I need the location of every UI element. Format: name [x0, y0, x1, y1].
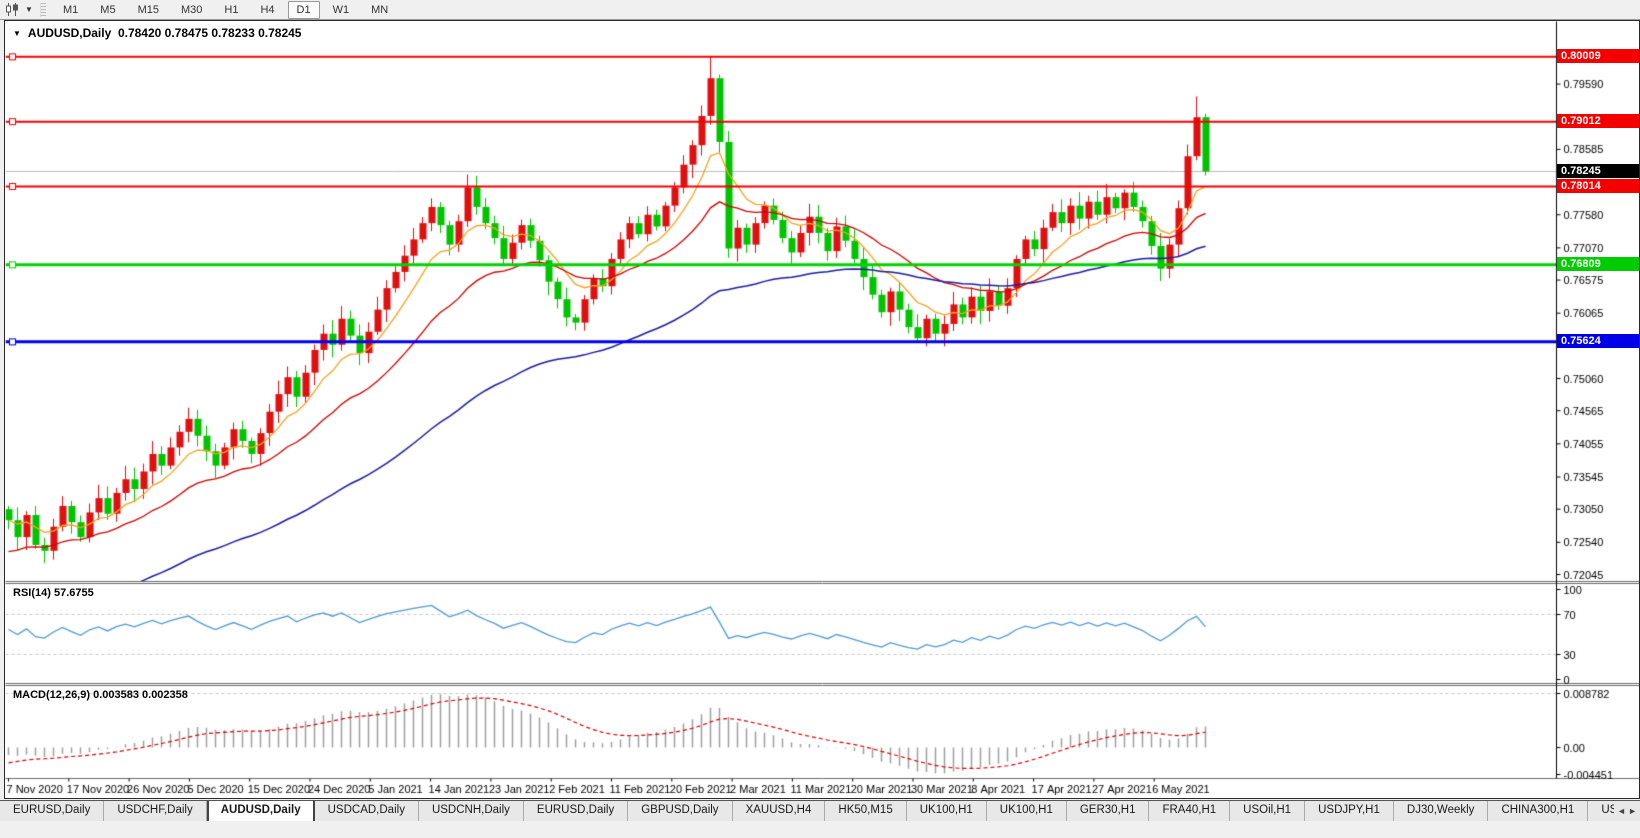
price-tag-0-79012: 0.79012 — [1557, 114, 1639, 129]
timeframe-m5-button[interactable]: M5 — [91, 1, 124, 19]
chart-title-symbol: AUDUSD,Daily — [27, 26, 112, 40]
tab-uk100-h1[interactable]: UK100,H1 — [906, 801, 987, 822]
timeframe-m1-button[interactable]: M1 — [54, 1, 87, 19]
tab-china300-h1[interactable]: CHINA300,H1 — [1488, 801, 1589, 822]
timeframe-mn-button[interactable]: MN — [362, 1, 397, 19]
price-tag-0-76809: 0.76809 — [1557, 257, 1639, 272]
price-tag-0-75624: 0.75624 — [1557, 334, 1639, 349]
tab-hk50-m15[interactable]: HK50,M15 — [825, 801, 907, 822]
chart-type-dropdown-button[interactable]: ▼ — [22, 5, 36, 14]
timeframe-m15-button[interactable]: M15 — [129, 1, 168, 19]
tab-gbpusd-daily[interactable]: GBPUSD,Daily — [628, 801, 733, 822]
price-tag-0-78245: 0.78245 — [1557, 164, 1639, 178]
toolbar-grip[interactable] — [40, 2, 46, 17]
price-tag-0-78014: 0.78014 — [1557, 179, 1639, 193]
tab-scroll-controls: ◄ ► — [1614, 800, 1640, 821]
tab-usdcnh-daily[interactable]: USDCNH,Daily — [418, 801, 524, 822]
macd-indicator-label: MACD(12,26,9) 0.003583 0.002358 — [13, 689, 188, 701]
timeframe-m30-button[interactable]: M30 — [172, 1, 211, 19]
tab-scroll-left-icon[interactable]: ◄ — [1617, 806, 1626, 816]
chart-title-ohlc: 0.78420 0.78475 0.78233 0.78245 — [117, 26, 302, 40]
timeframe-h1-button[interactable]: H1 — [215, 1, 247, 19]
status-strip — [0, 821, 1640, 838]
tab-usoil-h1[interactable]: USOil,H1 — [1230, 801, 1306, 822]
tab-scroll-right-icon[interactable]: ► — [1628, 806, 1637, 816]
tab-eurusd-daily[interactable]: EURUSD,Daily — [0, 801, 105, 822]
timeframe-button-group: M1 M5 M15 M30 H1 H4 D1 W1 MN — [52, 0, 399, 19]
tab-ger30-h1[interactable]: GER30,H1 — [1066, 801, 1150, 822]
tab-eurusd-daily[interactable]: EURUSD,Daily — [523, 801, 629, 822]
tab-usdjpy-h1[interactable]: USDJPY,H1 — [1305, 801, 1394, 822]
symbol-tab-bar: EURUSD,Daily USDCHF,Daily AUDUSD,Daily USDC… — [0, 800, 1640, 822]
chart-title: ▼ AUDUSD,Daily 0.78420 0.78475 0.78233 0… — [13, 26, 301, 40]
tab-fra40-h1[interactable]: FRA40,H1 — [1149, 801, 1231, 822]
tab-xauusd-h4[interactable]: XAUUSD,H4 — [732, 801, 826, 822]
price-tag-0-80009: 0.80009 — [1557, 49, 1639, 64]
chart-type-button[interactable] — [4, 2, 22, 18]
tab-uk100-h1[interactable]: UK100,H1 — [986, 801, 1067, 822]
timeframe-d1-button[interactable]: D1 — [287, 0, 320, 19]
tab-audusd-daily[interactable]: AUDUSD,Daily — [206, 801, 315, 822]
price-chart-canvas[interactable] — [5, 21, 1639, 798]
chart-menu-arrow-icon[interactable]: ▼ — [13, 29, 21, 38]
top-toolbar: ▼ M1 M5 M15 M30 H1 H4 D1 W1 MN — [0, 0, 1640, 20]
timeframe-h4-button[interactable]: H4 — [251, 1, 283, 19]
tab-dj30-weekly[interactable]: DJ30,Weekly — [1393, 801, 1489, 822]
chart-title-spacer — [111, 26, 118, 40]
rsi-indicator-label: RSI(14) 57.6755 — [13, 587, 94, 599]
timeframe-w1-button[interactable]: W1 — [324, 1, 359, 19]
tab-usdchf-daily[interactable]: USDCHF,Daily — [104, 801, 207, 822]
chart-window: ▼ AUDUSD,Daily 0.78420 0.78475 0.78233 0… — [4, 20, 1640, 799]
candlestick-chart-icon — [6, 3, 18, 16]
tab-usdcad-daily[interactable]: USDCAD,Daily — [314, 801, 419, 822]
